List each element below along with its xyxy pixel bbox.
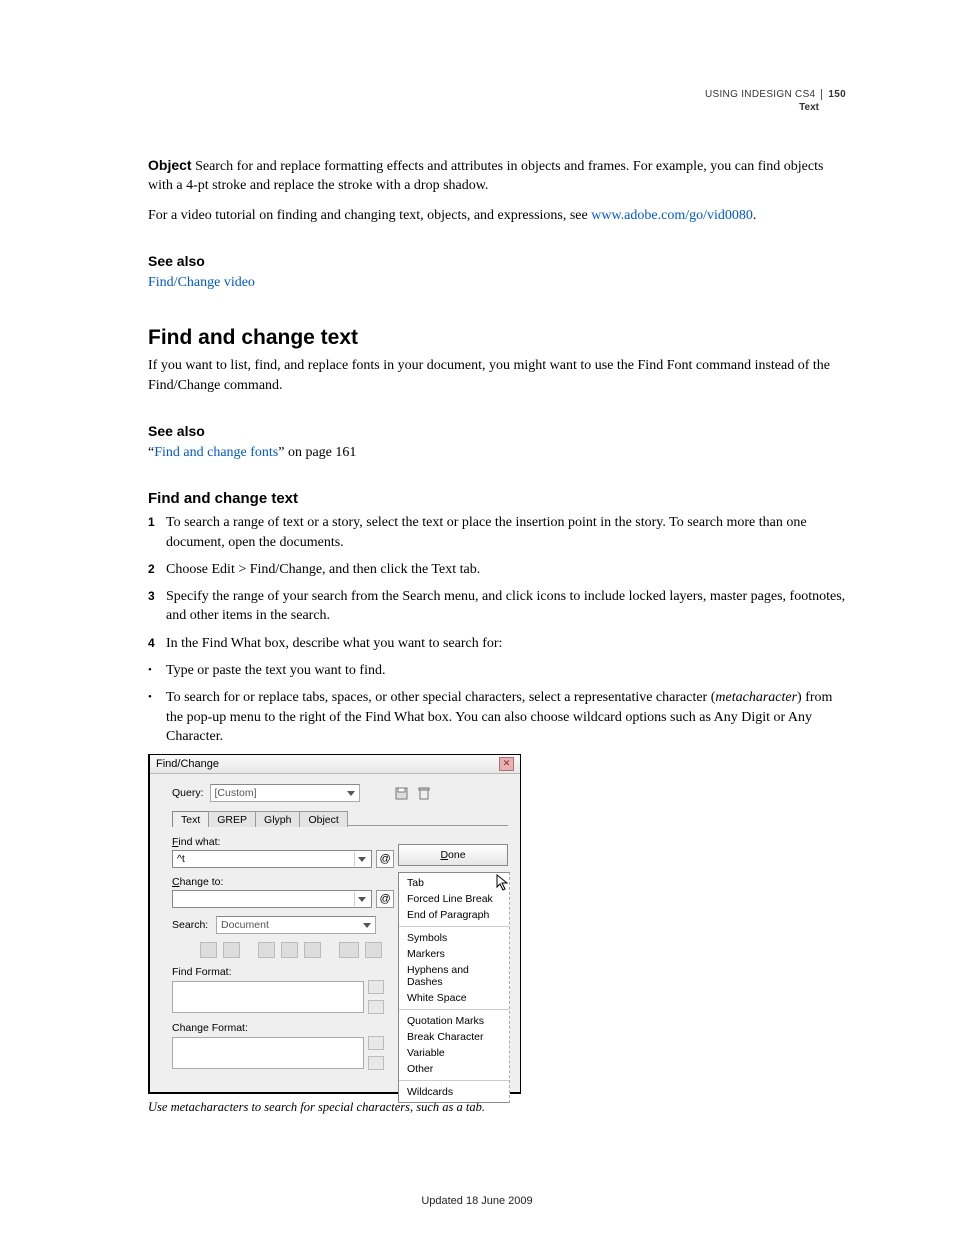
menu-item-white-space[interactable]: White Space <box>399 990 509 1006</box>
specify-format-icon-2[interactable] <box>368 1036 384 1050</box>
tab-object[interactable]: Object <box>299 811 347 827</box>
menu-item-variable[interactable]: Variable <box>399 1045 509 1061</box>
chevron-down-icon <box>363 923 371 928</box>
menu-item-break-character[interactable]: Break Character <box>399 1029 509 1045</box>
running-header: USING INDESIGN CS4150 Text <box>148 88 846 114</box>
master-pages-icon[interactable] <box>281 942 298 958</box>
special-characters-button[interactable]: @ <box>376 850 394 868</box>
menu-item-tab[interactable]: Tab <box>399 875 509 891</box>
menu-item-markers[interactable]: Markers <box>399 946 509 962</box>
tab-grep[interactable]: GREP <box>208 811 256 827</box>
chevron-down-icon <box>347 791 355 796</box>
find-change-video-link[interactable]: Find/Change video <box>148 275 255 290</box>
paragraph-video-tutorial: For a video tutorial on finding and chan… <box>148 206 846 225</box>
find-what-label: Find what: <box>172 836 396 848</box>
search-scope-select[interactable]: Document <box>216 916 376 934</box>
find-format-label: Find Format: <box>172 966 396 978</box>
cursor-icon <box>496 874 512 892</box>
bullet-metacharacter: To search for or replace tabs, spaces, o… <box>148 688 846 746</box>
query-label: Query: <box>172 787 204 799</box>
step-4: 4In the Find What box, describe what you… <box>148 634 846 653</box>
specify-format-icon[interactable] <box>368 980 384 994</box>
see-also-heading-2: See also <box>148 423 846 439</box>
delete-query-icon[interactable] <box>416 785 432 801</box>
video-tutorial-link[interactable]: www.adobe.com/go/vid0080 <box>591 208 753 223</box>
paragraph-find-font-hint: If you want to list, find, and replace f… <box>148 356 846 395</box>
find-change-fonts-link[interactable]: Find and change fonts <box>154 445 278 460</box>
change-format-box[interactable] <box>172 1037 364 1069</box>
heading-find-and-change-text: Find and change text <box>148 326 846 350</box>
step-2: 2Choose Edit > Find/Change, and then cli… <box>148 560 846 579</box>
tab-strip: TextGREPGlyphObject <box>172 810 508 826</box>
clear-format-icon-2[interactable] <box>368 1056 384 1070</box>
step-1: 1To search a range of text or a story, s… <box>148 513 846 552</box>
tab-glyph[interactable]: Glyph <box>255 811 300 827</box>
change-format-label: Change Format: <box>172 1022 396 1034</box>
change-to-input[interactable] <box>172 890 372 908</box>
find-format-box[interactable] <box>172 981 364 1013</box>
menu-item-quotation-marks[interactable]: Quotation Marks <box>399 1013 509 1029</box>
find-what-input[interactable]: ^t <box>172 850 372 868</box>
done-button[interactable]: Done <box>398 844 508 866</box>
menu-item-end-of-paragraph[interactable]: End of Paragraph <box>399 907 509 923</box>
case-sensitive-icon[interactable] <box>339 942 359 958</box>
search-label: Search: <box>172 919 216 931</box>
locked-stories-icon[interactable] <box>223 942 240 958</box>
footnotes-icon[interactable] <box>304 942 321 958</box>
save-query-icon[interactable] <box>394 785 410 801</box>
menu-item-forced-line-break[interactable]: Forced Line Break <box>399 891 509 907</box>
menu-item-symbols[interactable]: Symbols <box>399 930 509 946</box>
chevron-down-icon[interactable] <box>358 857 366 862</box>
search-option-icons <box>200 942 396 958</box>
whole-word-icon[interactable] <box>365 942 382 958</box>
menu-item-hyphens-dashes[interactable]: Hyphens and Dashes <box>399 962 509 990</box>
chevron-down-icon[interactable] <box>358 897 366 902</box>
find-change-dialog: Find/Change ✕ Query: [Custom] <box>148 754 521 1094</box>
tab-text[interactable]: Text <box>172 811 209 827</box>
special-characters-button-2[interactable]: @ <box>376 890 394 908</box>
dialog-title: Find/Change <box>156 758 219 770</box>
change-to-label: Change to: <box>172 876 396 888</box>
subheading-find-and-change-text: Find and change text <box>148 490 846 507</box>
menu-item-other[interactable]: Other <box>399 1061 509 1077</box>
step-3: 3Specify the range of your search from t… <box>148 587 846 626</box>
query-select[interactable]: [Custom] <box>210 784 360 802</box>
see-also-fonts: “Find and change fonts” on page 161 <box>148 443 846 462</box>
bullet-type-text: Type or paste the text you want to find. <box>148 661 846 680</box>
see-also-heading: See also <box>148 253 846 269</box>
hidden-layers-icon[interactable] <box>258 942 275 958</box>
paragraph-object: Object Search for and replace formatting… <box>148 156 846 196</box>
locked-layers-icon[interactable] <box>200 942 217 958</box>
close-icon[interactable]: ✕ <box>499 757 514 771</box>
page-footer: Updated 18 June 2009 <box>0 1195 954 1207</box>
menu-item-wildcards[interactable]: Wildcards <box>399 1084 509 1100</box>
special-characters-menu: Tab Forced Line Break End of Paragraph S… <box>398 872 510 1103</box>
clear-format-icon[interactable] <box>368 1000 384 1014</box>
